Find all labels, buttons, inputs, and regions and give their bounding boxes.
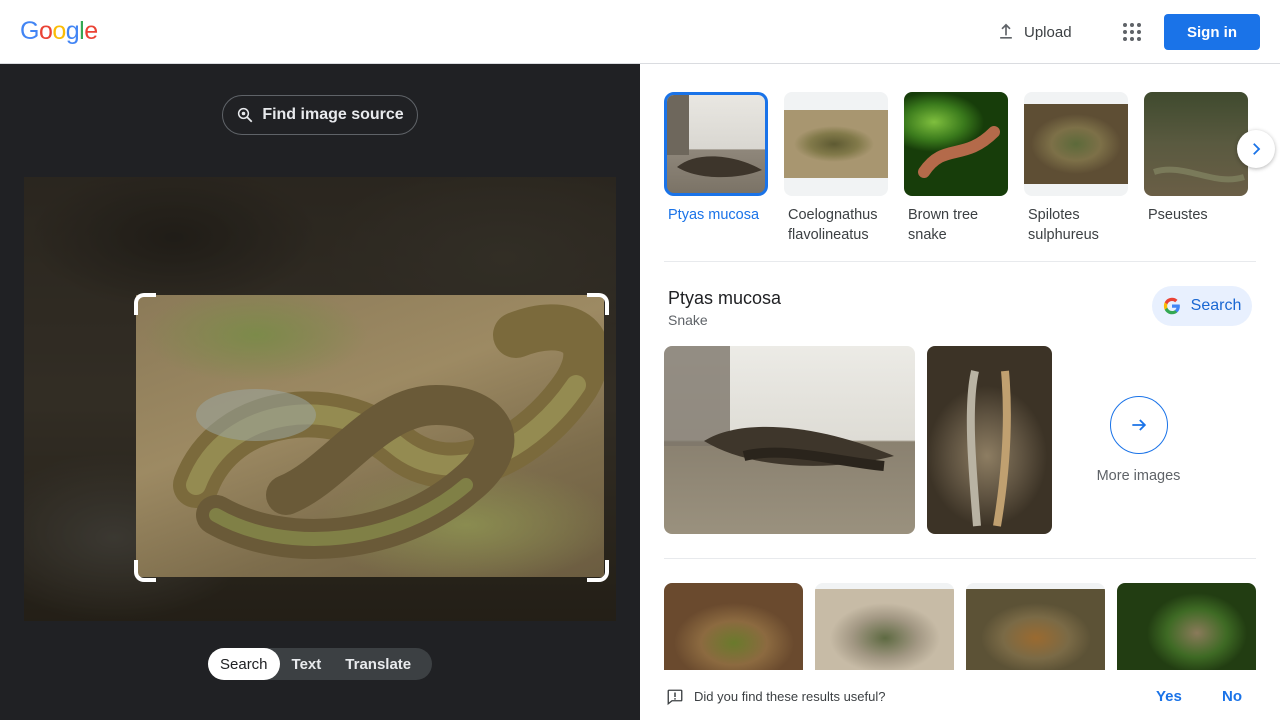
- carousel-next-button[interactable]: [1237, 130, 1275, 168]
- match-label: Brown tree snake: [908, 207, 979, 243]
- more-images-button[interactable]: More images: [1080, 396, 1197, 484]
- sign-in-button[interactable]: Sign in: [1164, 14, 1260, 50]
- arrow-right-icon: [1131, 419, 1146, 431]
- crop-selection[interactable]: [136, 295, 604, 577]
- logo-letter: o: [52, 17, 66, 45]
- thumbnail-image: [1024, 92, 1128, 196]
- upload-icon: [1000, 23, 1012, 39]
- thumbnail-image: [664, 92, 768, 196]
- chevron-right-icon: [1253, 143, 1261, 155]
- apps-grid-icon: [1123, 23, 1141, 41]
- visual-matches-carousel: Ptyas mucosa Coelognathus flavolineatus …: [664, 92, 1248, 245]
- crop-handle-bottom-left[interactable]: [134, 560, 156, 582]
- thumbnail-image: [1144, 92, 1248, 196]
- logo-letter: e: [84, 17, 98, 45]
- match-label: Pseustes: [1148, 207, 1208, 223]
- match-label: Coelognathus flavolineatus: [788, 207, 878, 243]
- entity-title: Ptyas mucosa: [668, 288, 782, 308]
- thumbnail-image: [784, 92, 888, 196]
- related-image[interactable]: [815, 583, 954, 683]
- google-search-label: Search: [1190, 297, 1242, 314]
- match-label: Spilotes sulphureus: [1028, 207, 1099, 243]
- tab-text[interactable]: Text: [280, 648, 334, 680]
- feedback-bar: Did you find these results useful? Yes N…: [640, 670, 1280, 720]
- results-panel: Ptyas mucosa Coelognathus flavolineatus …: [640, 64, 1280, 720]
- match-label: Ptyas mucosa: [668, 207, 760, 223]
- mode-tabs: Search Text Translate: [208, 648, 432, 680]
- google-g-icon: [1163, 297, 1180, 315]
- feedback-question: Did you find these results useful?: [694, 689, 886, 704]
- upload-button[interactable]: Upload: [986, 14, 1082, 50]
- more-images-circle: [1109, 396, 1168, 454]
- entity-image[interactable]: [927, 346, 1052, 534]
- logo-letter: G: [20, 17, 39, 45]
- match-chip[interactable]: Coelognathus flavolineatus: [784, 92, 888, 245]
- match-chip[interactable]: Pseustes: [1144, 92, 1248, 245]
- tab-search[interactable]: Search: [208, 648, 280, 680]
- tab-translate[interactable]: Translate: [333, 648, 423, 680]
- snake-photo: [173, 304, 604, 559]
- header: Google Upload Sign in: [0, 0, 1280, 64]
- upload-label: Upload: [1024, 23, 1072, 41]
- crop-handle-bottom-right[interactable]: [587, 560, 609, 582]
- lens-search-icon: [238, 107, 253, 123]
- related-image[interactable]: [966, 583, 1105, 683]
- find-image-source-button[interactable]: Find image source: [222, 95, 418, 135]
- google-logo[interactable]: Google: [20, 17, 98, 46]
- section-divider: [664, 261, 1256, 262]
- image-preview-panel: Find image source Search Text Translate: [0, 64, 640, 720]
- feedback-no-button[interactable]: No: [1222, 688, 1242, 705]
- entity-subtitle: Snake: [668, 312, 708, 328]
- crop-handle-top-right[interactable]: [587, 293, 609, 315]
- crop-handle-top-left[interactable]: [134, 293, 156, 315]
- section-divider: [664, 558, 1256, 559]
- related-image[interactable]: [664, 583, 803, 683]
- feedback-icon: [667, 689, 683, 706]
- thumbnail-image: [904, 92, 1008, 196]
- google-search-button[interactable]: Search: [1152, 286, 1252, 326]
- match-chip[interactable]: Ptyas mucosa: [664, 92, 768, 245]
- feedback-yes-button[interactable]: Yes: [1156, 688, 1182, 705]
- related-images-grid: [664, 583, 1256, 683]
- logo-letter: o: [38, 17, 53, 45]
- more-images-label: More images: [1096, 468, 1181, 484]
- uploaded-image[interactable]: [24, 177, 616, 621]
- logo-letter: g: [65, 17, 80, 45]
- apps-button[interactable]: [1112, 12, 1152, 52]
- related-image[interactable]: [1117, 583, 1256, 683]
- match-chip[interactable]: Brown tree snake: [904, 92, 1008, 245]
- entity-image[interactable]: [664, 346, 915, 534]
- match-chip[interactable]: Spilotes sulphureus: [1024, 92, 1128, 245]
- find-image-source-label: Find image source: [262, 106, 404, 123]
